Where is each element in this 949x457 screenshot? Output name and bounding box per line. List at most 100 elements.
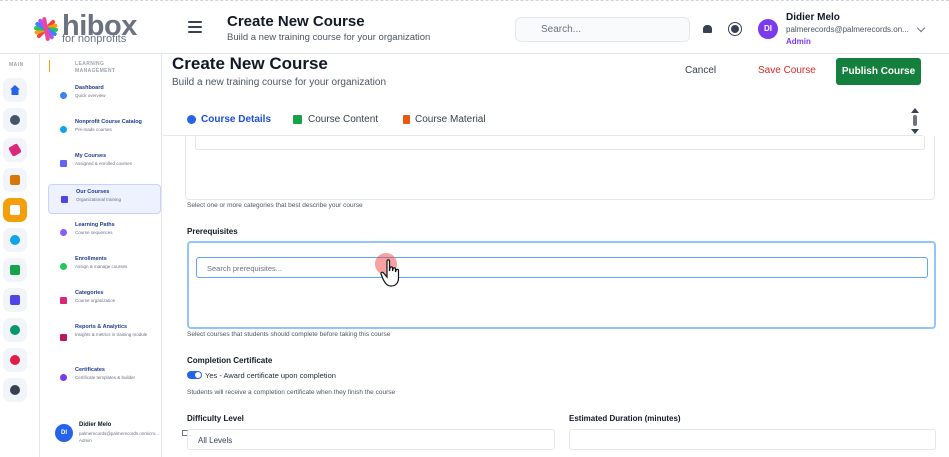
main-content: Create New Course Build a new training c… [163, 54, 949, 457]
sidebar-item-subtitle: Certificate templates & builder [75, 375, 136, 380]
book-icon [10, 175, 20, 185]
flow-rail-button[interactable] [3, 258, 27, 282]
tab-course-details[interactable]: Course Details [201, 114, 271, 125]
certificate-icon [60, 374, 67, 381]
chevron-down-icon[interactable] [916, 23, 926, 33]
page-subtitle: Build a new training course for your org… [172, 77, 387, 88]
save-button[interactable]: Save Course [758, 65, 816, 76]
menu-icon[interactable] [188, 21, 202, 33]
megaphone-icon [8, 143, 22, 157]
sidebar-item-subtitle: Organizational training [76, 197, 122, 202]
catalog-icon [60, 126, 67, 133]
tab-course-content[interactable]: Course Content [308, 114, 378, 125]
gear-icon [10, 385, 20, 395]
settings-rail-button[interactable] [3, 378, 27, 402]
sidebar-item-subtitle: Course sequences [75, 230, 113, 235]
certificate-toggle-text: Yes - Award certificate upon completion [205, 371, 336, 380]
difficulty-label: Difficulty Level [187, 414, 244, 423]
avatar: DI [55, 424, 73, 442]
certificate-toggle[interactable] [187, 371, 202, 379]
cancel-button[interactable]: Cancel [685, 65, 716, 76]
home-rail-button[interactable] [3, 78, 27, 102]
book-rail-button[interactable] [3, 168, 27, 192]
sidebar-item-title: Nonprofit Course Catalog [75, 119, 142, 125]
difficulty-select[interactable]: All Levels [187, 429, 555, 450]
sidebar-item-my-courses[interactable]: My Courses Assigned & enrolled courses [48, 149, 161, 179]
sidebar-item-subtitle: Assign & manage courses [75, 264, 128, 269]
sidebar: LEARNING MANAGEMENT Dashboard Quick over… [40, 54, 188, 457]
publish-button[interactable]: Publish Course [836, 58, 921, 85]
circle-icon [10, 235, 20, 245]
prerequisites-label: Prerequisites [187, 227, 238, 236]
scroll-up-arrow[interactable] [911, 108, 919, 113]
brand-tagline: for nonprofits [62, 33, 127, 45]
user-name: Didier Melo [786, 12, 840, 23]
sidebar-item-title: Reports & Analytics [75, 324, 128, 330]
search-input[interactable]: Search... [515, 17, 690, 42]
users-icon [10, 325, 20, 335]
graduation-cap-icon [10, 205, 20, 215]
avatar[interactable]: DI [758, 19, 778, 39]
workflow-icon [10, 265, 20, 275]
sidebar-item-categories[interactable]: Categories Course organization [48, 286, 161, 316]
sidebar-item-subtitle: Insights & metrics in training module [75, 332, 148, 337]
sidebar-item-reports[interactable]: Reports & Analytics Insights & metrics i… [48, 320, 161, 356]
people-rail-button[interactable] [3, 318, 27, 342]
info-icon [187, 115, 196, 124]
duration-input[interactable] [569, 429, 936, 450]
header-title: Create New Course [227, 13, 365, 30]
sidebar-item-title: My Courses [75, 153, 107, 159]
sidebar-item-title: Certificates [75, 367, 105, 373]
bell-icon[interactable] [703, 25, 712, 33]
campaign-rail-button[interactable] [3, 138, 27, 162]
sidebar-item-subtitle: Assigned & enrolled courses [75, 161, 133, 166]
prerequisites-select[interactable] [187, 241, 936, 329]
sidebar-item-subtitle: Pre-made courses [75, 127, 112, 132]
pie-chart-icon [10, 355, 20, 365]
users-icon [60, 263, 67, 270]
certificate-label: Completion Certificate [187, 356, 273, 365]
top-header: hibox for nonprofits Create New Course B… [0, 0, 949, 54]
section-marker [49, 60, 50, 72]
edit-rail-button[interactable] [3, 288, 27, 312]
rail-label: MAIN [9, 62, 24, 68]
home-icon [10, 85, 20, 95]
prerequisites-search-input[interactable]: Search prerequisites... [196, 257, 928, 278]
org-rail-button[interactable] [3, 108, 27, 132]
certificate-help: Students will receive a completion certi… [187, 389, 396, 396]
sidebar-item-certificates[interactable]: Certificates Certificate templates & bui… [48, 363, 161, 393]
tab-course-material[interactable]: Course Material [415, 114, 486, 125]
categories-help: Select one or more categories that best … [187, 202, 363, 209]
prerequisites-help: Select courses that students should comp… [187, 331, 391, 338]
sidebar-item-learning-paths[interactable]: Learning Paths Course sequences [48, 218, 161, 248]
sidebar-item-title: Dashboard [75, 85, 104, 91]
icon-rail: MAIN [0, 54, 40, 457]
sidebar-user-role: Admin [79, 438, 92, 443]
file-icon [403, 115, 410, 124]
sidebar-item-subtitle: Quick overview [75, 93, 106, 98]
theme-toggle-icon[interactable] [731, 25, 739, 33]
sidebar-item-our-courses[interactable]: Our Courses Organizational training [48, 184, 161, 214]
header-subtitle: Build a new training course for your org… [227, 32, 431, 43]
graduation-cap-icon [61, 196, 68, 203]
sidebar-item-subtitle: Course organization [75, 298, 116, 303]
folder-icon [60, 297, 67, 304]
sidebar-item-dashboard[interactable]: Dashboard Quick overview [48, 81, 161, 111]
reports-rail-button[interactable] [3, 348, 27, 372]
circle-rail-button[interactable] [3, 228, 27, 252]
tab-scrollbar[interactable] [913, 115, 917, 126]
sidebar-user-email: palmerecords@palmerecords.onmicro... [79, 431, 160, 436]
categories-search-field[interactable] [195, 136, 925, 150]
book-icon [60, 160, 67, 167]
training-rail-button[interactable] [3, 198, 27, 222]
org-chart-icon [10, 115, 20, 125]
sidebar-item-course-catalog[interactable]: Nonprofit Course Catalog Pre-made course… [48, 115, 161, 145]
tab-bar: Course Details Course Content Course Mat… [163, 104, 923, 136]
edit-icon [10, 295, 20, 305]
sidebar-item-enrollments[interactable]: Enrollments Assign & manage courses [48, 252, 161, 282]
sidebar-item-title: Our Courses [76, 189, 110, 195]
sidebar-user-name: Didier Melo [79, 422, 112, 428]
duration-label: Estimated Duration (minutes) [569, 414, 681, 423]
page-title: Create New Course [172, 54, 328, 73]
scroll-down-arrow[interactable] [911, 129, 919, 134]
